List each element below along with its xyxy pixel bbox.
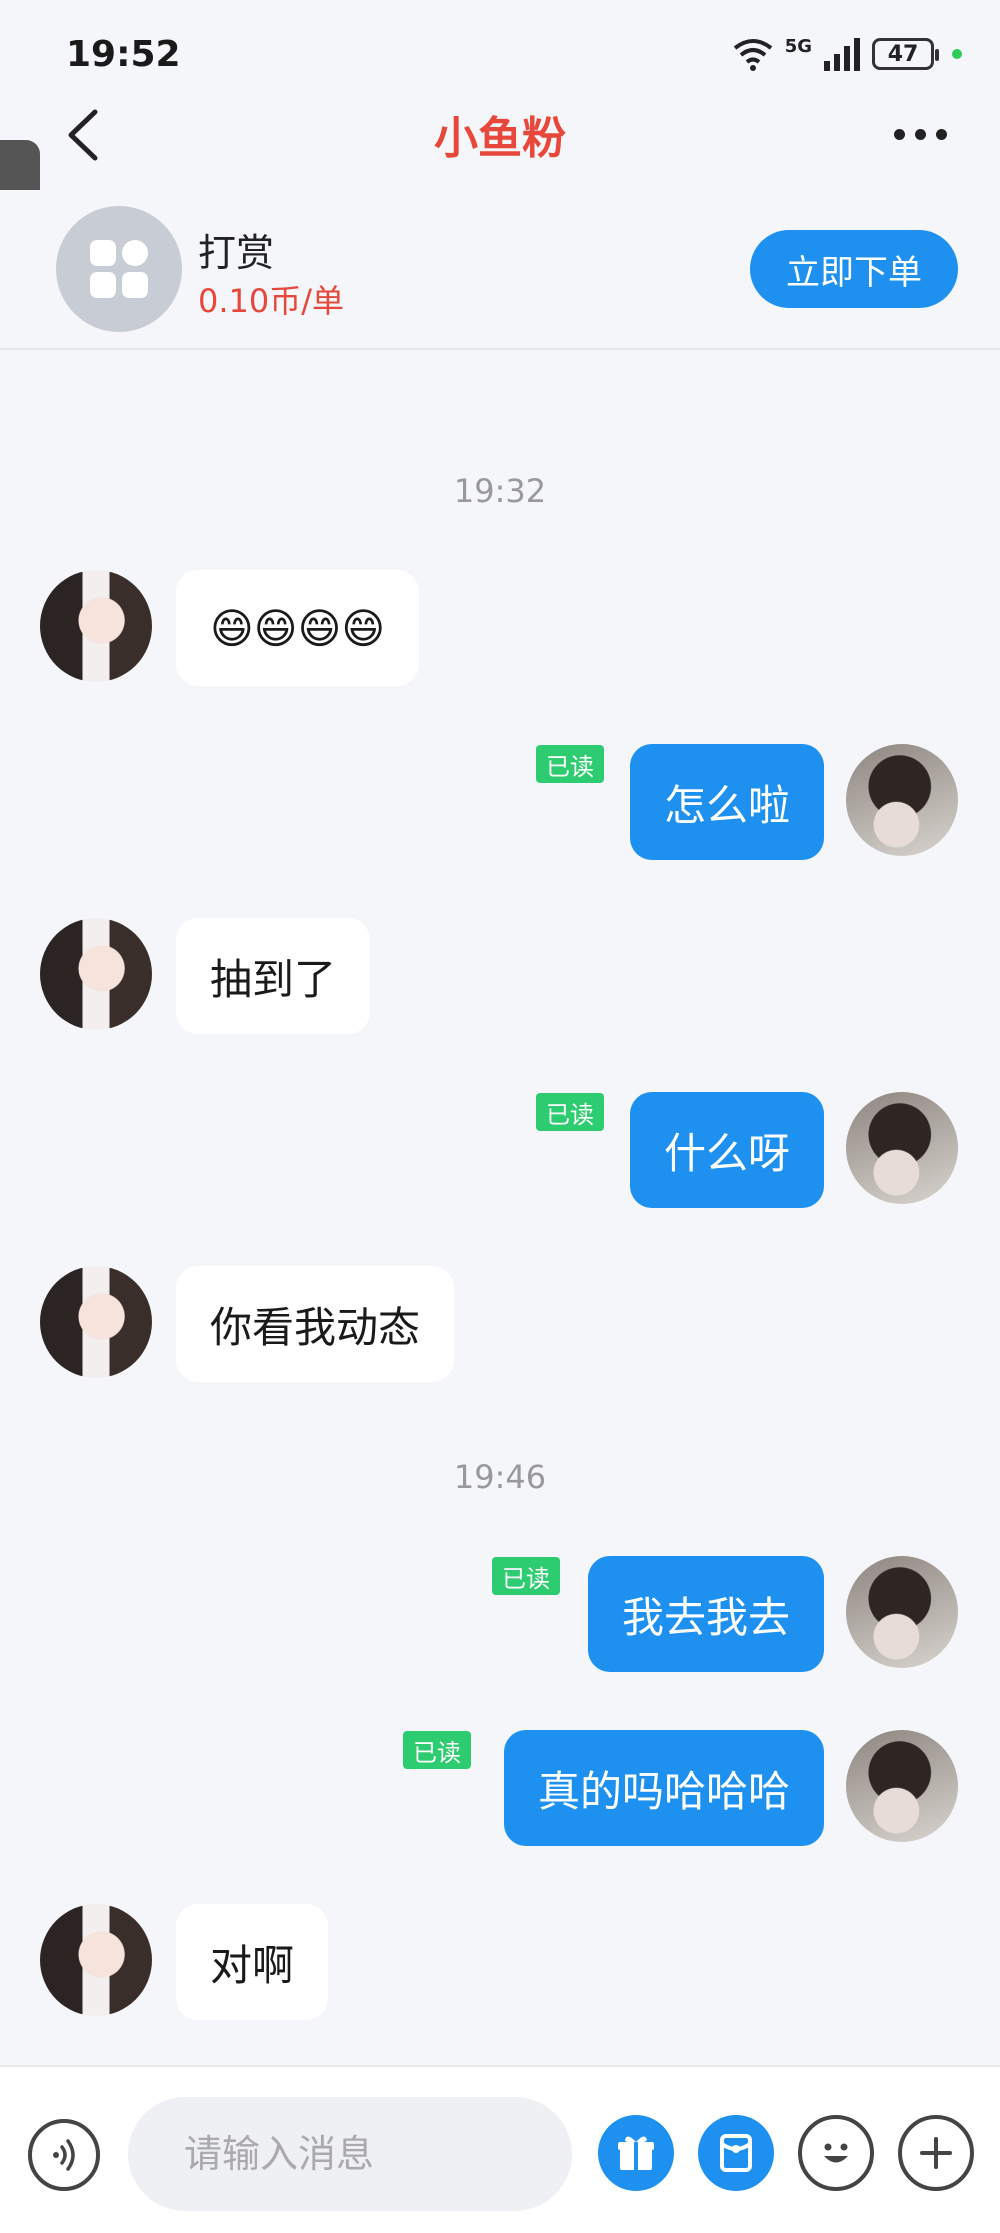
- more-actions-button[interactable]: [898, 2115, 974, 2191]
- service-price: 0.10币/单: [198, 282, 345, 320]
- signal-icon: [824, 38, 860, 71]
- emoji-button[interactable]: [798, 2115, 874, 2191]
- gift-icon: [618, 2136, 654, 2170]
- read-receipt: 已读: [403, 1731, 471, 1769]
- voice-icon: [53, 2139, 75, 2171]
- message-bubble-outgoing[interactable]: 真的吗哈哈哈: [503, 1730, 824, 1846]
- red-packet-icon: [720, 2134, 752, 2172]
- message-bubble-outgoing[interactable]: 怎么啦: [629, 744, 824, 860]
- read-receipt: 已读: [536, 1093, 604, 1131]
- read-receipt: 已读: [492, 1557, 560, 1595]
- service-thumbnail: [56, 206, 182, 332]
- contact-avatar[interactable]: [40, 1266, 152, 1378]
- status-icons: 5G 47: [731, 36, 962, 72]
- status-dot: [952, 49, 962, 59]
- message-bubble-incoming[interactable]: 😄😄😄😄: [176, 570, 420, 686]
- message-bubble-outgoing[interactable]: 什么呀: [629, 1092, 824, 1208]
- more-button[interactable]: [880, 104, 960, 164]
- my-avatar[interactable]: [846, 744, 958, 856]
- input-bar: [0, 2065, 1000, 2233]
- contact-avatar[interactable]: [40, 918, 152, 1030]
- voice-button[interactable]: [28, 2119, 100, 2191]
- message-bubble-incoming[interactable]: 你看我动态: [176, 1266, 455, 1382]
- service-card: 打赏 0.10币/单 立即下单: [0, 190, 1000, 350]
- order-now-button[interactable]: 立即下单: [750, 230, 958, 308]
- battery-level: 47: [887, 41, 919, 67]
- gift-button[interactable]: [598, 2115, 674, 2191]
- time-divider: 19:46: [453, 1458, 547, 1496]
- red-packet-button[interactable]: [698, 2115, 774, 2191]
- time-divider: 19:32: [453, 472, 547, 510]
- page-title: 小鱼粉: [434, 113, 566, 164]
- message-bubble-incoming[interactable]: 对啊: [176, 1904, 329, 2020]
- contact-avatar[interactable]: [40, 1904, 152, 2016]
- status-time: 19:52: [66, 34, 181, 75]
- plus-icon: [920, 2137, 952, 2169]
- contact-avatar[interactable]: [40, 570, 152, 682]
- nav-bar: 小鱼粉: [0, 84, 1000, 184]
- message-bubble-incoming[interactable]: 抽到了: [176, 918, 371, 1034]
- message-bubble-outgoing[interactable]: 我去我去: [587, 1556, 824, 1672]
- my-avatar[interactable]: [846, 1730, 958, 1842]
- my-avatar[interactable]: [846, 1556, 958, 1668]
- read-receipt: 已读: [536, 745, 604, 783]
- network-label: 5G: [784, 36, 812, 57]
- message-input[interactable]: [128, 2097, 572, 2211]
- more-icon: [893, 128, 905, 140]
- my-avatar[interactable]: [846, 1092, 958, 1204]
- wifi-icon: [733, 39, 772, 71]
- service-name: 打赏: [198, 231, 275, 275]
- emoji-icon: [824, 2143, 848, 2163]
- more-icon-dot: [935, 128, 947, 140]
- battery-icon: 47: [872, 38, 939, 70]
- more-icon-dot: [914, 128, 926, 140]
- service-grid-icon: [90, 240, 148, 298]
